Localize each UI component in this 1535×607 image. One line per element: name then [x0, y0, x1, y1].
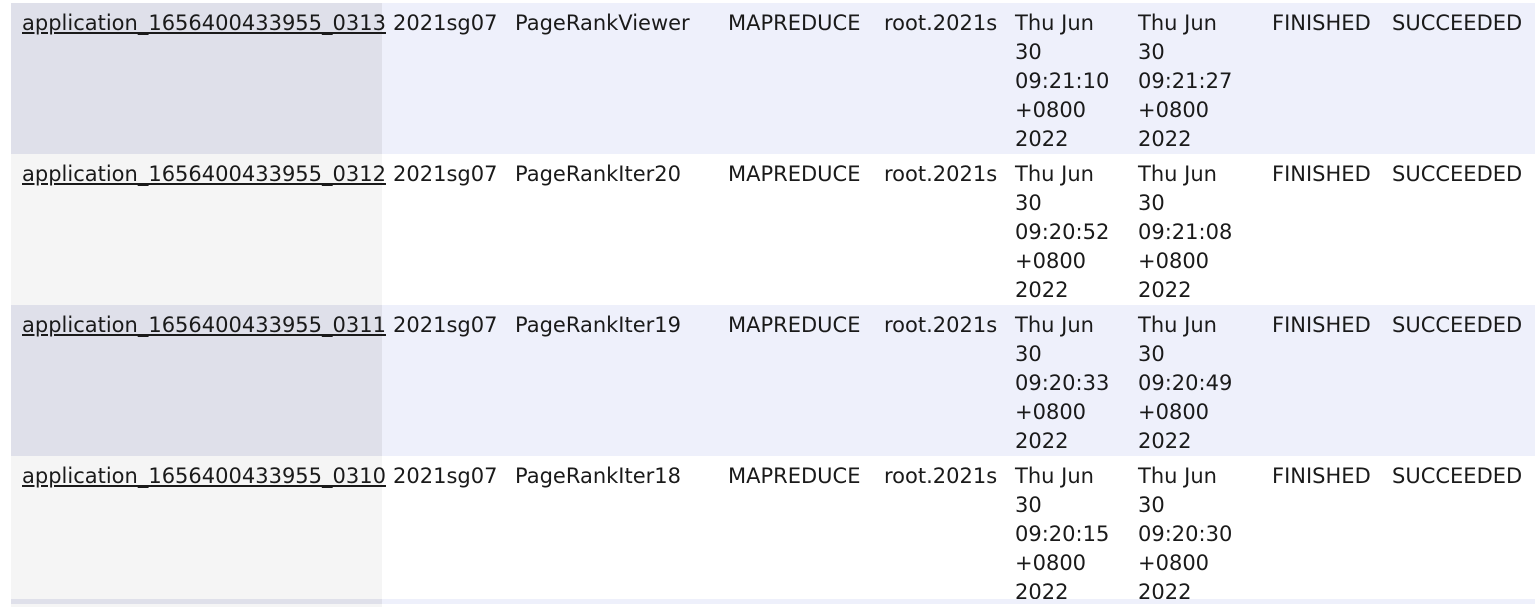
next-row-partial [382, 599, 1535, 604]
start-time-part: +0800 [1015, 551, 1087, 575]
app-type-cell: MAPREDUCE [717, 154, 873, 305]
queue-cell: root.2021s [873, 305, 1004, 456]
next-row-partial-id-cell [11, 599, 382, 604]
start-time-part: 2022 [1015, 278, 1069, 302]
app-id-link[interactable]: application_1656400433955_0310 [22, 464, 386, 488]
state-cell: FINISHED [1261, 154, 1381, 305]
start-time-part: +0800 [1015, 400, 1087, 424]
finish-time-part: Thu Jun [1138, 162, 1217, 186]
queue-cell: root.2021s [873, 3, 1004, 154]
start-time-part: 09:20:52 [1015, 220, 1110, 244]
finish-time-part: 09:21:27 [1138, 69, 1233, 93]
finish-time-part: 09:21:08 [1138, 220, 1233, 244]
start-time-part: 30 [1015, 342, 1042, 366]
state-cell: FINISHED [1261, 3, 1381, 154]
app-id-cell: application_1656400433955_0312 [11, 154, 386, 305]
finish-time-part: Thu Jun [1138, 11, 1217, 35]
start-time-part: 30 [1015, 493, 1042, 517]
final-status-cell: SUCCEEDED [1381, 456, 1535, 607]
final-status-cell: SUCCEEDED [1381, 3, 1535, 154]
finish-time-part: 2022 [1138, 278, 1192, 302]
start-time-part: 09:20:33 [1015, 371, 1110, 395]
finish-time-part: Thu Jun [1138, 313, 1217, 337]
app-id-cell: application_1656400433955_0311 [11, 305, 386, 456]
finish-time-cell: Thu Jun 30 09:21:27 +0800 2022 [1127, 3, 1261, 154]
app-type-cell: MAPREDUCE [717, 456, 873, 607]
app-type-cell: MAPREDUCE [717, 3, 873, 154]
finish-time-part: 30 [1138, 493, 1165, 517]
start-time-part: +0800 [1015, 249, 1087, 273]
finish-time-part: 30 [1138, 191, 1165, 215]
finish-time-part: 30 [1138, 342, 1165, 366]
app-id-link[interactable]: application_1656400433955_0313 [22, 11, 386, 35]
finish-time-cell: Thu Jun 30 09:20:30 +0800 2022 [1127, 456, 1261, 607]
finish-time-part: +0800 [1138, 249, 1210, 273]
start-time-cell: Thu Jun 30 09:20:52 +0800 2022 [1004, 154, 1127, 305]
start-time-part: Thu Jun [1015, 162, 1094, 186]
finish-time-part: 09:20:49 [1138, 371, 1233, 395]
state-cell: FINISHED [1261, 305, 1381, 456]
user-cell: 2021sg07 [382, 3, 504, 154]
start-time-part: 30 [1015, 191, 1042, 215]
start-time-part: Thu Jun [1015, 11, 1094, 35]
finish-time-part: 30 [1138, 40, 1165, 64]
state-cell: FINISHED [1261, 456, 1381, 607]
start-time-cell: Thu Jun 30 09:21:10 +0800 2022 [1004, 3, 1127, 154]
start-time-part: 2022 [1015, 127, 1069, 151]
table-row: application_1656400433955_0313 2021sg07 Pa… [11, 3, 1535, 154]
finish-time-cell: Thu Jun 30 09:21:08 +0800 2022 [1127, 154, 1261, 305]
final-status-cell: SUCCEEDED [1381, 305, 1535, 456]
finish-time-part: 2022 [1138, 429, 1192, 453]
user-cell: 2021sg07 [382, 305, 504, 456]
finish-time-part: +0800 [1138, 98, 1210, 122]
finish-time-cell: Thu Jun 30 09:20:49 +0800 2022 [1127, 305, 1261, 456]
final-status-cell: SUCCEEDED [1381, 154, 1535, 305]
start-time-part: +0800 [1015, 98, 1087, 122]
finish-time-part: +0800 [1138, 551, 1210, 575]
start-time-part: 2022 [1015, 429, 1069, 453]
start-time-part: 30 [1015, 40, 1042, 64]
start-time-cell: Thu Jun 30 09:20:15 +0800 2022 [1004, 456, 1127, 607]
app-id-link[interactable]: application_1656400433955_0312 [22, 162, 386, 186]
app-name-cell: PageRankIter18 [504, 456, 717, 607]
user-cell: 2021sg07 [382, 154, 504, 305]
start-time-part: Thu Jun [1015, 464, 1094, 488]
app-name-cell: PageRankViewer [504, 3, 717, 154]
start-time-part: 09:21:10 [1015, 69, 1110, 93]
start-time-part: Thu Jun [1015, 313, 1094, 337]
finish-time-part: 09:20:30 [1138, 522, 1233, 546]
app-name-cell: PageRankIter19 [504, 305, 717, 456]
app-id-link[interactable]: application_1656400433955_0311 [22, 313, 386, 337]
start-time-part: 09:20:15 [1015, 522, 1110, 546]
finish-time-part: Thu Jun [1138, 464, 1217, 488]
applications-table-body: application_1656400433955_0313 2021sg07 Pa… [11, 3, 1535, 607]
finish-time-part: 2022 [1138, 127, 1192, 151]
table-row: application_1656400433955_0311 2021sg07 Pa… [11, 305, 1535, 456]
app-type-cell: MAPREDUCE [717, 305, 873, 456]
applications-table: application_1656400433955_0313 2021sg07 Pa… [11, 3, 1535, 607]
queue-cell: root.2021s [873, 456, 1004, 607]
finish-time-part: +0800 [1138, 400, 1210, 424]
start-time-cell: Thu Jun 30 09:20:33 +0800 2022 [1004, 305, 1127, 456]
user-cell: 2021sg07 [382, 456, 504, 607]
table-row: application_1656400433955_0310 2021sg07 Pa… [11, 456, 1535, 607]
app-id-cell: application_1656400433955_0310 [11, 456, 386, 607]
table-row: application_1656400433955_0312 2021sg07 Pa… [11, 154, 1535, 305]
app-id-cell: application_1656400433955_0313 [11, 3, 386, 154]
queue-cell: root.2021s [873, 154, 1004, 305]
app-name-cell: PageRankIter20 [504, 154, 717, 305]
